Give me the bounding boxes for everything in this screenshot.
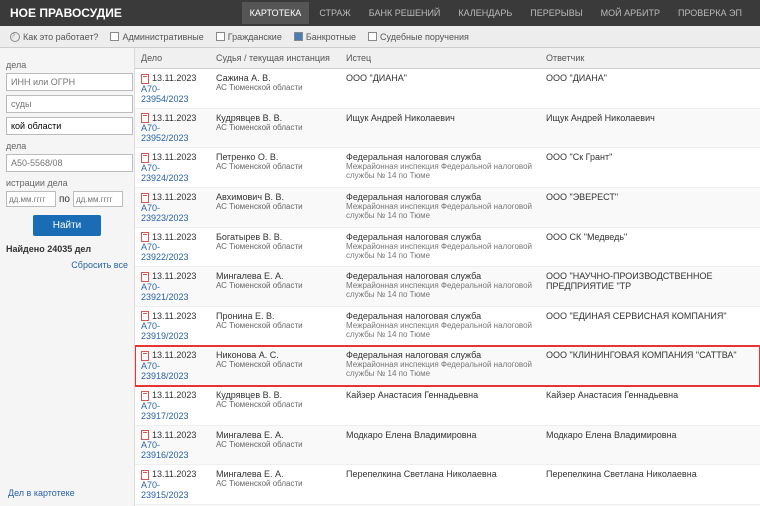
case-number-link[interactable]: А70-23922/2023	[141, 242, 189, 262]
document-icon	[141, 232, 149, 242]
sidebar: дела Любой + + дела + истрации дела по Н…	[0, 48, 135, 506]
nav-item-проверка эп[interactable]: ПРОВЕРКА ЭП	[670, 2, 750, 24]
checkbox-icon	[368, 32, 377, 41]
date-from-input[interactable]	[6, 191, 56, 207]
checkbox-icon	[294, 32, 303, 41]
case-number-link[interactable]: А70-23917/2023	[141, 401, 189, 421]
case-number-link[interactable]: А70-23924/2023	[141, 163, 189, 183]
filter-civil[interactable]: Гражданские	[216, 32, 282, 42]
nav-item-картотека[interactable]: КАРТОТЕКА	[242, 2, 310, 24]
toolbar: ?Как это работает? Административные Граж…	[0, 26, 760, 48]
filter-orders[interactable]: Судебные поручения	[368, 32, 469, 42]
document-icon	[141, 430, 149, 440]
table-row[interactable]: 13.11.2023А70-23952/2023Кудрявцев В. В.А…	[135, 109, 760, 149]
table-row[interactable]: 13.11.2023А70-23923/2023Авхимович В. В.А…	[135, 188, 760, 228]
col-case[interactable]: Дело	[135, 48, 210, 68]
nav-item-перерывы[interactable]: ПЕРЕРЫВЫ	[522, 2, 590, 24]
results-table: Дело Судья / текущая инстанция Истец Отв…	[135, 48, 760, 506]
document-icon	[141, 311, 149, 321]
nav-item-календарь[interactable]: КАЛЕНДАРЬ	[450, 2, 520, 24]
document-icon	[141, 113, 149, 123]
col-defendant[interactable]: Ответчик	[540, 48, 760, 68]
nav-item-банк решений[interactable]: БАНК РЕШЕНИЙ	[361, 2, 449, 24]
case-number-link[interactable]: А70-23916/2023	[141, 440, 189, 460]
inn-input[interactable]	[6, 73, 133, 91]
case-number-link[interactable]: А70-23919/2023	[141, 321, 189, 341]
case-number-link[interactable]: А70-23952/2023	[141, 123, 189, 143]
table-row[interactable]: 13.11.2023А70-23924/2023Петренко О. В.АС…	[135, 148, 760, 188]
reset-link[interactable]: Сбросить все	[6, 260, 128, 270]
court-input[interactable]	[6, 95, 133, 113]
found-count: Найдено 24035 дел	[6, 244, 128, 254]
po-label: по	[59, 194, 70, 205]
table-row[interactable]: 13.11.2023А70-23915/2023Мингалева Е. А.А…	[135, 465, 760, 505]
case-number-link[interactable]: А70-23954/2023	[141, 84, 189, 104]
case-number-input[interactable]	[6, 154, 133, 172]
table-row[interactable]: 13.11.2023А70-23919/2023Пронина Е. В.АС …	[135, 307, 760, 347]
filter-bankrupt[interactable]: Банкротные	[294, 32, 356, 42]
document-icon	[141, 193, 149, 203]
filter-admin[interactable]: Административные	[110, 32, 203, 42]
table-row[interactable]: 13.11.2023А70-23954/2023Сажина А. В.АС Т…	[135, 69, 760, 109]
checkbox-icon	[110, 32, 119, 41]
region-input[interactable]	[6, 117, 133, 135]
table-row[interactable]: 13.11.2023А70-23916/2023Мингалева Е. А.А…	[135, 426, 760, 466]
table-row[interactable]: 13.11.2023А70-23918/2023Никонова А. С.АС…	[135, 346, 760, 386]
checkbox-icon	[216, 32, 225, 41]
app-title: НОЕ ПРАВОСУДИЕ	[10, 6, 122, 20]
how-it-works-link[interactable]: ?Как это работает?	[10, 32, 98, 42]
date-to-input[interactable]	[73, 191, 123, 207]
col-judge[interactable]: Судья / текущая инстанция	[210, 48, 340, 68]
case-number-link[interactable]: А70-23918/2023	[141, 361, 189, 381]
document-icon	[141, 391, 149, 401]
document-icon	[141, 74, 149, 84]
find-button[interactable]: Найти	[33, 215, 102, 236]
document-icon	[141, 272, 149, 282]
col-plaintiff[interactable]: Истец	[340, 48, 540, 68]
table-row[interactable]: 13.11.2023А70-23917/2023Кудрявцев В. В.А…	[135, 386, 760, 426]
table-row[interactable]: 13.11.2023А70-23921/2023Мингалева Е. А.А…	[135, 267, 760, 307]
nav-item-страж[interactable]: СТРАЖ	[311, 2, 358, 24]
case-number-link[interactable]: А70-23915/2023	[141, 480, 189, 500]
label-case: дела	[6, 60, 128, 70]
nav-item-мой арбитр[interactable]: МОЙ АРБИТР	[593, 2, 668, 24]
header-nav: КАРТОТЕКАСТРАЖБАНК РЕШЕНИЙКАЛЕНДАРЬПЕРЕР…	[242, 2, 750, 24]
document-icon	[141, 351, 149, 361]
document-icon	[141, 470, 149, 480]
label-num: дела	[6, 141, 128, 151]
document-icon	[141, 153, 149, 163]
cases-total-link[interactable]: Дел в картотеке	[8, 488, 75, 498]
case-number-link[interactable]: А70-23921/2023	[141, 282, 189, 302]
label-reg: истрации дела	[6, 178, 128, 188]
case-number-link[interactable]: А70-23923/2023	[141, 203, 189, 223]
table-row[interactable]: 13.11.2023А70-23922/2023Богатырев В. В.А…	[135, 228, 760, 268]
question-icon: ?	[10, 32, 20, 42]
